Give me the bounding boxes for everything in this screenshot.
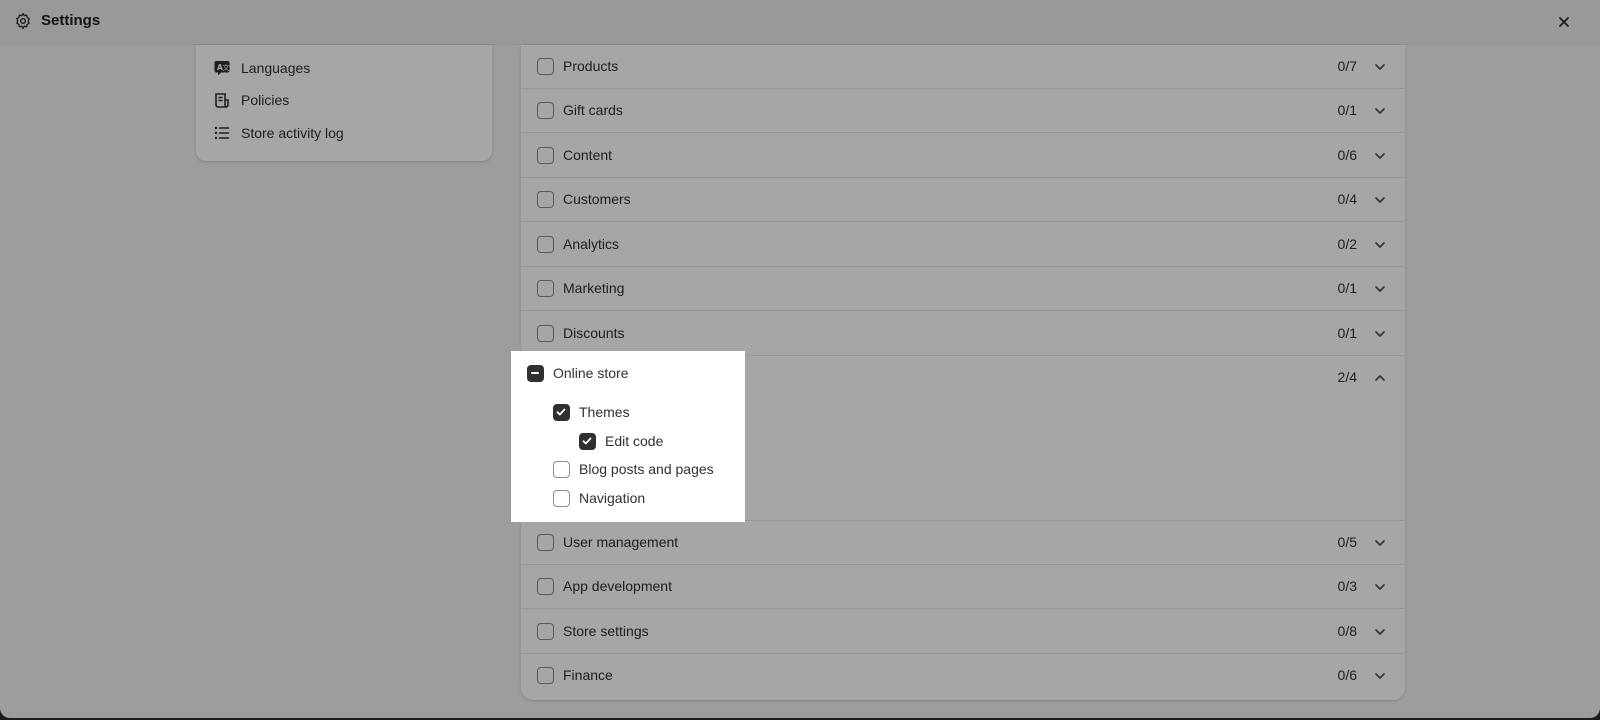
minus-icon bbox=[531, 372, 539, 374]
permission-checkbox[interactable] bbox=[537, 102, 554, 119]
permission-count: 0/1 bbox=[1337, 280, 1357, 296]
edit-code-label: Edit code bbox=[605, 433, 664, 449]
permission-row[interactable]: Content 0/6 bbox=[521, 134, 1405, 178]
permission-checkbox[interactable] bbox=[537, 578, 554, 595]
permission-label: User management bbox=[563, 534, 679, 550]
permission-label: App development bbox=[563, 578, 672, 594]
languages-icon: A 文 bbox=[214, 61, 230, 76]
sidebar-item-label: Policies bbox=[241, 92, 290, 108]
chevron-down-icon[interactable] bbox=[1373, 625, 1387, 639]
sidebar-item-policies[interactable]: Policies bbox=[196, 85, 492, 115]
permission-label: Customers bbox=[563, 191, 631, 207]
permission-checkbox[interactable] bbox=[537, 325, 554, 342]
permission-row[interactable]: Finance 0/6 bbox=[521, 654, 1405, 698]
permission-label: Marketing bbox=[563, 280, 625, 296]
chevron-up-icon[interactable] bbox=[1373, 371, 1387, 385]
permission-count: 0/4 bbox=[1337, 191, 1357, 207]
list-icon bbox=[214, 126, 230, 140]
sidebar-item-label: Languages bbox=[241, 60, 311, 76]
chevron-down-icon[interactable] bbox=[1373, 238, 1387, 252]
permission-count: 0/5 bbox=[1337, 534, 1357, 550]
permission-checkbox[interactable] bbox=[537, 280, 554, 297]
permission-count: 0/1 bbox=[1337, 102, 1357, 118]
permission-count: 0/7 bbox=[1337, 58, 1357, 74]
navigation-label: Navigation bbox=[579, 490, 646, 506]
permission-label: Gift cards bbox=[563, 102, 623, 118]
permission-count: 0/2 bbox=[1337, 236, 1357, 252]
themes-label: Themes bbox=[579, 404, 630, 420]
policies-icon bbox=[215, 93, 229, 108]
chevron-down-icon[interactable] bbox=[1373, 580, 1387, 594]
chevron-down-icon[interactable] bbox=[1373, 193, 1387, 207]
settings-sidebar: A 文 Languages Policies Store activity lo… bbox=[196, 45, 492, 161]
highlight-online-store: Online store Themes Edit code Blog posts… bbox=[511, 351, 745, 522]
permission-row[interactable]: Customers 0/4 bbox=[521, 178, 1405, 222]
close-icon bbox=[1559, 17, 1569, 27]
title-bar: Settings bbox=[0, 0, 1600, 45]
permission-count: 0/8 bbox=[1337, 623, 1357, 639]
settings-window: Settings A 文 Languages Policies Store ac… bbox=[0, 0, 1600, 718]
permission-checkbox[interactable] bbox=[537, 58, 554, 75]
blog-posts-label: Blog posts and pages bbox=[579, 461, 714, 477]
permission-row[interactable]: Discounts 0/1 bbox=[521, 312, 1405, 356]
permission-label: Products bbox=[563, 58, 619, 74]
permission-checkbox[interactable] bbox=[537, 534, 554, 551]
themes-checkbox[interactable] bbox=[553, 404, 570, 421]
permission-label: Finance bbox=[563, 667, 613, 683]
permission-checkbox[interactable] bbox=[537, 147, 554, 164]
permission-checkbox[interactable] bbox=[537, 623, 554, 640]
chevron-down-icon[interactable] bbox=[1373, 60, 1387, 74]
online-store-checkbox[interactable] bbox=[527, 365, 544, 382]
permission-label: Discounts bbox=[563, 325, 625, 341]
permission-count: 0/6 bbox=[1337, 147, 1357, 163]
window-title: Settings bbox=[41, 12, 101, 29]
permission-label: Content bbox=[563, 147, 613, 163]
permission-row[interactable]: User management 0/5 bbox=[521, 521, 1405, 565]
chevron-down-icon[interactable] bbox=[1373, 669, 1387, 683]
permission-label: Store settings bbox=[563, 623, 649, 639]
svg-text:文: 文 bbox=[223, 63, 230, 72]
permission-row[interactable]: Gift cards 0/1 bbox=[521, 89, 1405, 133]
gear-icon bbox=[16, 12, 30, 30]
permission-row[interactable]: Products 0/7 bbox=[521, 45, 1405, 89]
permission-row[interactable]: App development 0/3 bbox=[521, 565, 1405, 609]
permission-label: Analytics bbox=[563, 236, 620, 252]
online-store-label: Online store bbox=[553, 365, 629, 381]
sidebar-item-languages[interactable]: A 文 Languages bbox=[196, 53, 492, 83]
permission-checkbox[interactable] bbox=[537, 236, 554, 253]
sidebar-item-label: Store activity log bbox=[241, 125, 344, 141]
permission-count: 0/1 bbox=[1337, 325, 1357, 341]
permission-row[interactable]: Analytics 0/2 bbox=[521, 223, 1405, 267]
permission-count: 0/3 bbox=[1337, 578, 1357, 594]
close-button[interactable] bbox=[1552, 10, 1576, 34]
chevron-down-icon[interactable] bbox=[1373, 282, 1387, 296]
check-icon bbox=[582, 437, 592, 445]
permission-checkbox[interactable] bbox=[537, 191, 554, 208]
check-icon bbox=[556, 408, 566, 416]
navigation-checkbox[interactable] bbox=[553, 490, 570, 507]
blog-posts-checkbox[interactable] bbox=[553, 461, 570, 478]
edit-code-checkbox[interactable] bbox=[579, 433, 596, 450]
chevron-down-icon[interactable] bbox=[1373, 149, 1387, 163]
permission-count: 2/4 bbox=[1337, 369, 1357, 385]
sidebar-item-store-activity-log[interactable]: Store activity log bbox=[196, 118, 492, 148]
permission-count: 0/6 bbox=[1337, 667, 1357, 683]
permission-checkbox[interactable] bbox=[537, 667, 554, 684]
permission-row[interactable]: Marketing 0/1 bbox=[521, 267, 1405, 311]
chevron-down-icon[interactable] bbox=[1373, 104, 1387, 118]
chevron-down-icon[interactable] bbox=[1373, 536, 1387, 550]
permission-row[interactable]: Store settings 0/8 bbox=[521, 610, 1405, 654]
chevron-down-icon[interactable] bbox=[1373, 327, 1387, 341]
